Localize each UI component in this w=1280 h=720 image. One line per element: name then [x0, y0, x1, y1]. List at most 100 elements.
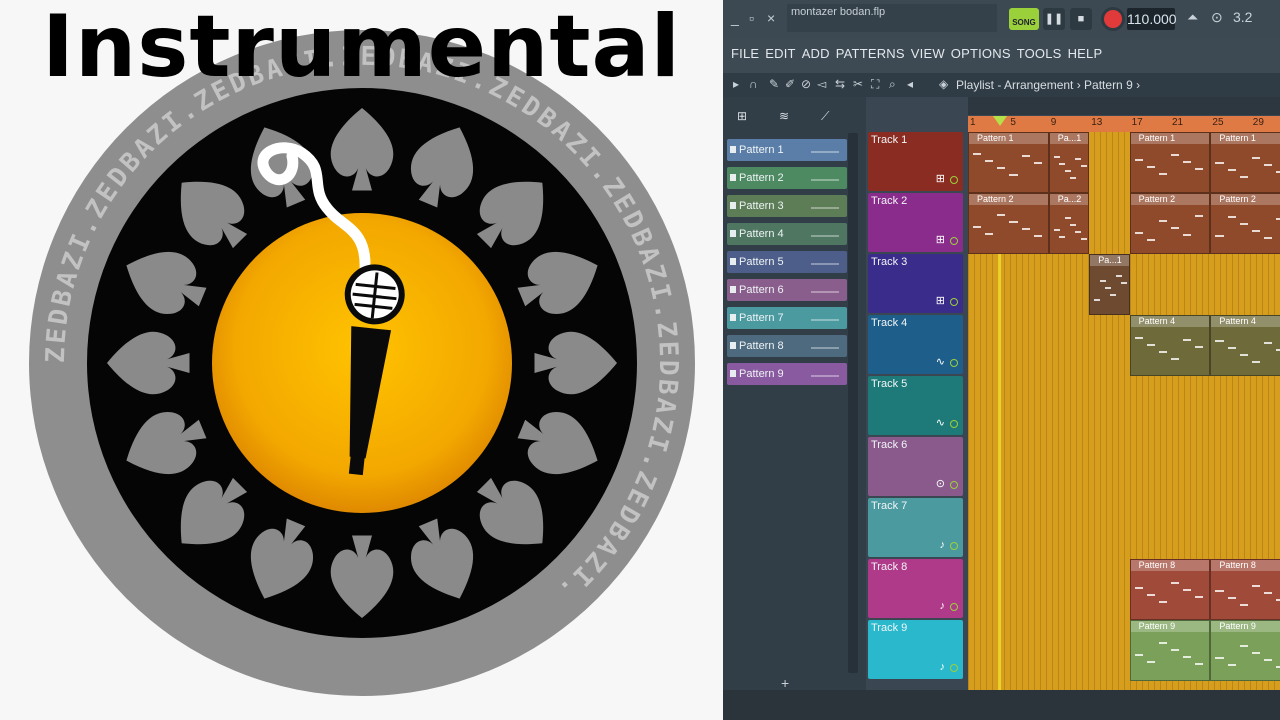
- pattern-clip[interactable]: Pattern 4: [1129, 315, 1211, 376]
- track-mute-led[interactable]: [950, 176, 958, 184]
- ruler-tick: 25: [1212, 117, 1224, 128]
- restore-button[interactable]: ▫: [749, 10, 754, 26]
- track-mute-led[interactable]: [950, 359, 958, 367]
- pattern-clip[interactable]: Pattern 2: [968, 193, 1049, 254]
- song-mode-button[interactable]: SONG: [1009, 8, 1039, 30]
- pattern-clip[interactable]: Pattern 1: [1129, 132, 1211, 193]
- picker-scrollbar[interactable]: [848, 133, 858, 673]
- stop-button[interactable]: ■: [1070, 8, 1092, 30]
- clip-label: Pattern 1: [1211, 133, 1280, 144]
- track-header[interactable]: Track 8 ♪: [868, 559, 963, 618]
- track-mute-led[interactable]: [950, 603, 958, 611]
- pause-button[interactable]: ❚❚: [1043, 8, 1065, 30]
- playhead-marker[interactable]: [993, 116, 1007, 126]
- track-label: Track 2: [871, 195, 908, 207]
- slice-icon[interactable]: ✂: [853, 77, 863, 91]
- pattern-clip[interactable]: Pattern 9: [1129, 620, 1211, 681]
- track-header[interactable]: Track 3 ⊞: [868, 254, 963, 313]
- delete-icon[interactable]: ⊘: [801, 77, 811, 91]
- mute-icon[interactable]: ◅: [817, 77, 826, 91]
- slip-icon[interactable]: ⇆: [835, 77, 845, 91]
- clip-note: [1239, 176, 1248, 178]
- track-header[interactable]: Track 7 ♪: [868, 498, 963, 557]
- pattern-item[interactable]: Pattern 9: [727, 363, 847, 385]
- clip-note: [1170, 649, 1180, 651]
- menu-help[interactable]: HELP: [1068, 46, 1103, 61]
- clip-note: [1183, 656, 1192, 658]
- track-mute-led[interactable]: [950, 298, 958, 306]
- pattern-item[interactable]: Pattern 3: [727, 195, 847, 217]
- pattern-clip[interactable]: Pa...2: [1048, 193, 1090, 254]
- pattern-clip[interactable]: Pattern 2: [1129, 193, 1211, 254]
- clip-note: [1009, 174, 1018, 176]
- track-header[interactable]: Track 9 ♪: [868, 620, 963, 679]
- pattern-clip[interactable]: Pa...1: [1089, 254, 1130, 315]
- pattern-clip[interactable]: Pattern 4: [1210, 315, 1280, 376]
- track-mute-led[interactable]: [950, 237, 958, 245]
- pattern-item[interactable]: Pattern 7: [727, 307, 847, 329]
- minimize-button[interactable]: _: [731, 10, 739, 26]
- arrow-icon[interactable]: ▸: [733, 77, 739, 91]
- metronome-icon[interactable]: ⏶: [1187, 9, 1198, 26]
- menu-options[interactable]: OPTIONS: [951, 46, 1011, 61]
- clip-note: [1064, 217, 1071, 219]
- clip-note: [1009, 221, 1018, 223]
- clip-note: [1069, 177, 1076, 179]
- zoom-icon[interactable]: ⌕: [889, 77, 896, 92]
- pattern-item[interactable]: Pattern 2: [727, 167, 847, 189]
- speaker-icon[interactable]: ◂: [907, 77, 913, 91]
- menu-patterns[interactable]: PATTERNS: [836, 46, 905, 61]
- pattern-clip[interactable]: Pattern 1: [968, 132, 1049, 193]
- track-mute-led[interactable]: [950, 481, 958, 489]
- pattern-picker: ⊞ ≋ ⟋ Pattern 1 Pattern 2 Pattern 3 Pattern…: [723, 97, 866, 691]
- add-track-button[interactable]: +: [781, 675, 789, 691]
- pattern-item[interactable]: Pattern 1: [727, 139, 847, 161]
- clip-label: Pattern 9: [1211, 621, 1280, 632]
- clip-note: [1158, 220, 1167, 222]
- close-button[interactable]: ×: [767, 10, 775, 26]
- audio-icon[interactable]: ≋: [779, 109, 789, 123]
- track-header[interactable]: Track 2 ⊞: [868, 193, 963, 252]
- magnet-icon[interactable]: ∩: [749, 77, 758, 91]
- track-type-icon: ⊞: [935, 295, 945, 307]
- pattern-clip[interactable]: Pattern 1: [1210, 132, 1280, 193]
- pattern-clip[interactable]: Pattern 9: [1210, 620, 1280, 681]
- clip-note: [985, 160, 994, 162]
- pattern-clip[interactable]: Pattern 2: [1210, 193, 1280, 254]
- record-button[interactable]: [1104, 10, 1122, 28]
- select-icon[interactable]: ⛶: [871, 77, 879, 92]
- piano-icon[interactable]: ⊞: [737, 109, 747, 123]
- menu-file[interactable]: FILE: [731, 46, 759, 61]
- track-mute-led[interactable]: [950, 664, 958, 672]
- brush-icon[interactable]: ✐: [785, 77, 795, 91]
- pattern-item[interactable]: Pattern 8: [727, 335, 847, 357]
- menu-view[interactable]: VIEW: [911, 46, 945, 61]
- pencil-icon[interactable]: ✎: [769, 77, 779, 91]
- pattern-clip[interactable]: Pattern 8: [1129, 559, 1211, 620]
- track-mute-led[interactable]: [950, 420, 958, 428]
- clip-note: [1251, 585, 1260, 587]
- pattern-item[interactable]: Pattern 6: [727, 279, 847, 301]
- automation-icon[interactable]: ⟋: [821, 109, 829, 124]
- menu-add[interactable]: ADD: [802, 46, 830, 61]
- clip-note: [1183, 234, 1192, 236]
- track-header[interactable]: Track 6 ⊙: [868, 437, 963, 496]
- tempo-display[interactable]: 110.000: [1127, 8, 1177, 30]
- playlist-toolbar: ▸ ∩ ✎ ✐ ⊘ ◅ ⇆ ✂ ⛶ ⌕ ◂ ◈ Playlist - Arran…: [723, 73, 1280, 97]
- playlist-icon: ◈: [939, 77, 949, 91]
- countdown-icon[interactable]: ⊙: [1211, 9, 1223, 26]
- pattern-clip[interactable]: Pa...1: [1048, 132, 1090, 193]
- clip-label: Pattern 4: [1130, 316, 1210, 327]
- pattern-clip[interactable]: Pattern 8: [1210, 559, 1280, 620]
- menu-tools[interactable]: TOOLS: [1017, 46, 1062, 61]
- pattern-item[interactable]: Pattern 5: [727, 251, 847, 273]
- track-header[interactable]: Track 1 ⊞: [868, 132, 963, 191]
- pattern-item[interactable]: Pattern 4: [727, 223, 847, 245]
- track-mute-led[interactable]: [950, 542, 958, 550]
- track-header[interactable]: Track 5 ∿: [868, 376, 963, 435]
- menu-edit[interactable]: EDIT: [765, 46, 795, 61]
- track-type-icon: ⊙: [935, 478, 945, 490]
- timeline-ruler[interactable]: 1 5 9 13 17 21 25 29: [968, 116, 1280, 132]
- track-header[interactable]: Track 4 ∿: [868, 315, 963, 374]
- horizontal-scrollbar[interactable]: [968, 97, 1280, 115]
